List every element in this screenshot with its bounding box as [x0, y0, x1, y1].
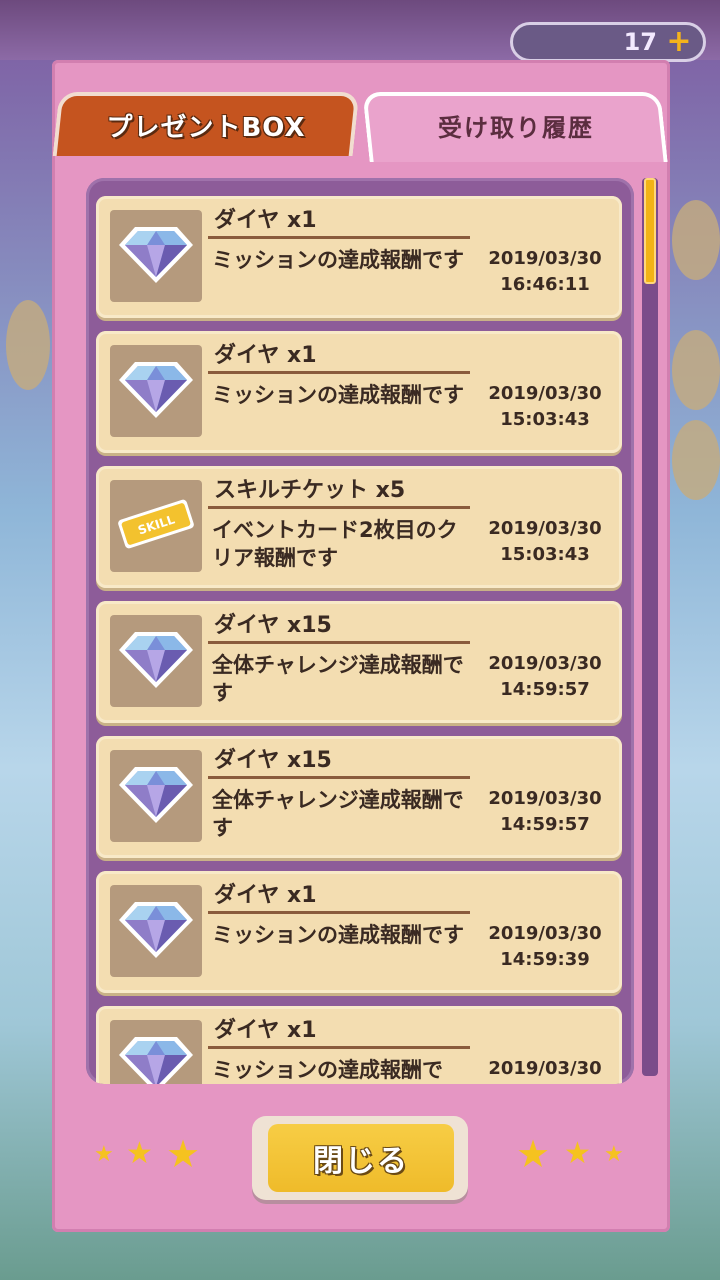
item-description: 全体チャレンジ達成報酬です [212, 788, 464, 840]
divider [208, 641, 470, 644]
item-description: ミッションの達成報酬で [212, 1058, 443, 1082]
item-timestamp: 2019/03/30 15:03:43 [474, 516, 616, 568]
item-time: 14:59:39 [500, 949, 590, 970]
item-date: 2019/03/30 [488, 383, 602, 404]
item-title: ダイヤ x1 [214, 343, 317, 368]
item-description: イベントカード2枚目のクリア報酬です [212, 518, 458, 570]
divider [208, 1046, 470, 1049]
history-item: SKILL スキルチケット x5 イベントカード2枚目のクリア報酬です 2019/0… [96, 466, 622, 588]
item-time: 15:03:43 [500, 544, 590, 565]
item-timestamp: 2019/03/30 16:46:11 [474, 246, 616, 298]
history-list[interactable]: ダイヤ x1 ミッションの達成報酬です 2019/03/30 16:46:11 ダイヤ… [86, 178, 634, 1084]
background-decoration [672, 200, 720, 280]
item-date: 2019/03/30 [488, 788, 602, 809]
diamond-icon [117, 896, 195, 966]
item-date: 2019/03/30 [488, 653, 602, 674]
star-icon: ★ [604, 1142, 624, 1167]
star-icon: ★ [564, 1136, 591, 1171]
background-decoration [6, 300, 50, 390]
diamond-icon [117, 626, 195, 696]
item-thumbnail: SKILL [110, 480, 202, 572]
item-timestamp: 2019/03/30 14:59:39 [474, 921, 616, 973]
diamond-counter: 17 + [510, 22, 706, 62]
divider [208, 506, 470, 509]
item-thumbnail [110, 210, 202, 302]
history-item: ダイヤ x1 ミッションの達成報酬です 2019/03/30 15:03:43 [96, 331, 622, 453]
item-title: ダイヤ x1 [214, 208, 317, 233]
item-title: ダイヤ x1 [214, 1018, 317, 1043]
item-thumbnail [110, 615, 202, 707]
diamond-counter-value: 17 [623, 28, 657, 56]
item-time: 14:59:57 [500, 679, 590, 700]
star-icon: ★ [516, 1132, 551, 1176]
history-item: ダイヤ x15 全体チャレンジ達成報酬です 2019/03/30 14:59:57 [96, 601, 622, 723]
item-time: 14:59:57 [500, 814, 590, 835]
divider [208, 371, 470, 374]
divider [208, 776, 470, 779]
diamond-icon [117, 1031, 195, 1084]
item-date: 2019/03/30 [488, 518, 602, 539]
item-time: 16:46:11 [500, 274, 590, 295]
star-icon: ★ [166, 1132, 201, 1176]
item-description: 全体チャレンジ達成報酬です [212, 653, 464, 705]
star-icon: ★ [126, 1136, 153, 1171]
item-date: 2019/03/30 [488, 1058, 602, 1079]
item-timestamp: 2019/03/30 [474, 1056, 616, 1082]
skill-ticket-icon: SKILL [114, 497, 198, 555]
diamond-icon [117, 356, 195, 426]
item-description: ミッションの達成報酬です [212, 923, 464, 947]
close-button[interactable]: 閉じる [268, 1124, 454, 1192]
divider [208, 236, 470, 239]
divider [208, 911, 470, 914]
item-timestamp: 2019/03/30 15:03:43 [474, 381, 616, 433]
diamond-icon [117, 761, 195, 831]
history-item: ダイヤ x15 全体チャレンジ達成報酬です 2019/03/30 14:59:57 [96, 736, 622, 858]
item-time: 15:03:43 [500, 409, 590, 430]
background-decoration [672, 420, 720, 500]
history-item: ダイヤ x1 ミッションの達成報酬です 2019/03/30 16:46:11 [96, 196, 622, 318]
item-date: 2019/03/30 [488, 248, 602, 269]
item-title: ダイヤ x15 [214, 748, 332, 773]
item-description: ミッションの達成報酬です [212, 383, 464, 407]
item-title: スキルチケット x5 [214, 478, 406, 503]
item-timestamp: 2019/03/30 14:59:57 [474, 651, 616, 703]
item-description: ミッションの達成報酬です [212, 248, 464, 272]
tab-present-box-label[interactable]: プレゼントBOX [60, 100, 352, 150]
item-date: 2019/03/30 [488, 923, 602, 944]
scrollbar-track[interactable] [642, 178, 658, 1076]
star-icon: ★ [94, 1142, 114, 1167]
item-thumbnail [110, 1020, 202, 1084]
background-decoration [672, 330, 720, 410]
diamond-icon [117, 221, 195, 291]
item-title: ダイヤ x1 [214, 883, 317, 908]
tab-history-label[interactable]: 受け取り履歴 [370, 100, 662, 150]
item-title: ダイヤ x15 [214, 613, 332, 638]
scrollbar-thumb[interactable] [644, 178, 656, 284]
history-item: ダイヤ x1 ミッションの達成報酬です 2019/03/30 14:59:39 [96, 871, 622, 993]
item-thumbnail [110, 345, 202, 437]
item-timestamp: 2019/03/30 14:59:57 [474, 786, 616, 838]
item-thumbnail [110, 750, 202, 842]
plus-icon[interactable]: + [665, 27, 693, 57]
history-item: ダイヤ x1 ミッションの達成報酬で 2019/03/30 [96, 1006, 622, 1084]
item-thumbnail [110, 885, 202, 977]
